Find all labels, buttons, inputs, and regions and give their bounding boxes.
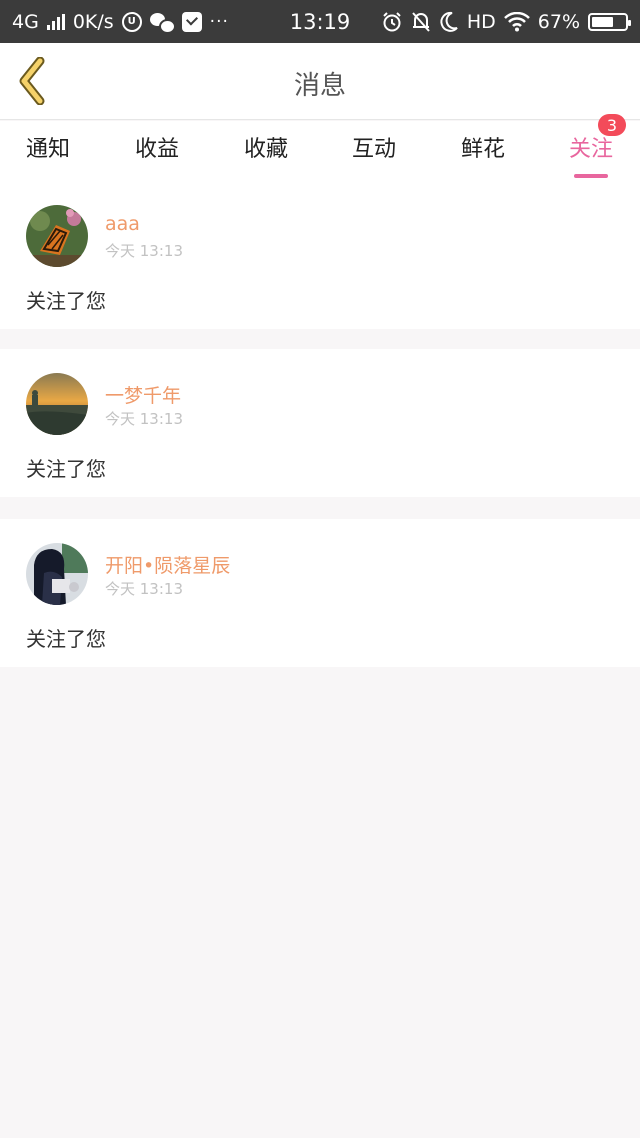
message-time: 今天 13:13 xyxy=(105,580,183,598)
mail-icon xyxy=(181,11,202,32)
status-left: 4G 0K/s U ··· xyxy=(12,10,229,34)
hd-indicator: HD xyxy=(466,10,496,33)
message-time: 今天 13:13 xyxy=(105,410,183,428)
alarm-icon xyxy=(383,11,401,31)
page-title: 消息 xyxy=(293,71,346,101)
status-bar: 4G 0K/s U ··· 13:19 HD 67% xyxy=(0,0,640,43)
user-name[interactable]: aaa xyxy=(105,213,140,235)
butterfly-avatar xyxy=(26,205,88,267)
user-name[interactable]: 一梦千年 xyxy=(105,381,181,408)
mute-bell-icon xyxy=(412,11,430,32)
tab-earnings[interactable]: 收益 xyxy=(112,131,202,171)
message-item[interactable]: 一梦千年 今天 13:13 关注了您 xyxy=(0,349,640,497)
tab-bar: 通知 收益 收藏 互动 鲜花 关注 3 xyxy=(0,114,640,181)
tab-favorites[interactable]: 收藏 xyxy=(221,131,311,171)
girl-avatar xyxy=(26,543,88,605)
wechat-icon xyxy=(149,12,176,34)
tab-label: 收益 xyxy=(134,137,179,162)
moon-icon xyxy=(440,11,458,32)
tab-label: 鲜花 xyxy=(460,137,505,162)
message-item[interactable]: aaa 今天 13:13 关注了您 xyxy=(0,181,640,329)
tab-flowers[interactable]: 鲜花 xyxy=(438,131,528,171)
message-time: 今天 13:13 xyxy=(105,242,183,260)
sunset-avatar xyxy=(26,373,88,435)
unread-badge: 3 xyxy=(598,114,626,136)
tab-interactions[interactable]: 互动 xyxy=(329,131,419,171)
message-text: 关注了您 xyxy=(26,627,106,651)
battery-percent: 67% xyxy=(537,10,580,33)
tab-notifications[interactable]: 通知 xyxy=(3,131,93,171)
data-saver-icon: U xyxy=(121,11,142,32)
tab-label: 收藏 xyxy=(243,137,288,162)
avatar[interactable] xyxy=(26,205,88,267)
status-right: HD 67% xyxy=(381,10,631,33)
more-notifications-icon: ··· xyxy=(209,11,229,32)
network-speed: 0K/s xyxy=(72,10,114,33)
header: 消息 xyxy=(0,43,640,120)
wifi-icon xyxy=(503,11,530,31)
avatar[interactable] xyxy=(26,543,88,605)
tab-follows[interactable]: 关注 xyxy=(546,131,636,178)
network-type: 4G xyxy=(12,10,39,33)
battery-icon xyxy=(588,12,631,31)
user-name[interactable]: 开阳•陨落星辰 xyxy=(105,551,230,578)
active-tab-indicator xyxy=(574,174,608,178)
message-text: 关注了您 xyxy=(26,289,106,313)
message-text: 关注了您 xyxy=(26,457,106,481)
tab-label: 关注 xyxy=(568,137,613,162)
avatar[interactable] xyxy=(26,373,88,435)
tab-label: 通知 xyxy=(25,137,70,162)
message-item[interactable]: 开阳•陨落星辰 今天 13:13 关注了您 xyxy=(0,519,640,667)
signal-icon xyxy=(46,13,65,30)
tab-label: 互动 xyxy=(351,137,396,162)
